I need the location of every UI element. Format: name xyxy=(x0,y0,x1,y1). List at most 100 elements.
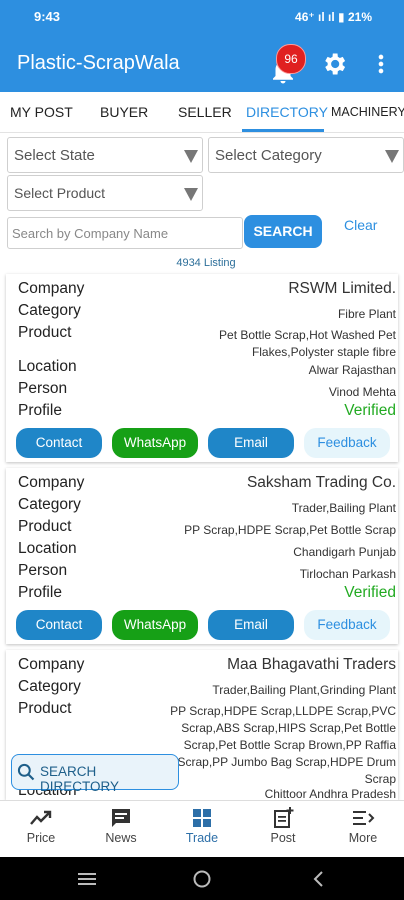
location-value: Alwar Rajasthan xyxy=(308,363,396,377)
nav-price[interactable]: Price xyxy=(1,807,81,845)
category-select[interactable]: Select Category xyxy=(208,137,404,173)
person-value: Tirlochan Parkash xyxy=(299,567,396,581)
product-row: Product Pet Bottle Scrap,Hot Washed Pet … xyxy=(18,324,396,360)
tab-seller[interactable]: SELLER xyxy=(178,104,232,120)
email-button[interactable]: Email xyxy=(208,428,294,458)
status-right: 46⁺ ıl ıl ▮ 21% xyxy=(295,10,372,24)
email-button[interactable]: Email xyxy=(208,610,294,640)
nav-post-label: Post xyxy=(270,831,296,845)
category-label: Category xyxy=(18,678,81,695)
status-time: 9:43 xyxy=(34,9,61,24)
category-select-label: Select Category xyxy=(215,147,322,164)
company-label: Company xyxy=(18,656,85,673)
company-search-input[interactable]: Search by Company Name xyxy=(7,217,243,249)
feedback-button[interactable]: Feedback xyxy=(304,610,390,640)
recents-icon[interactable] xyxy=(76,870,98,888)
caret-down-icon xyxy=(184,150,198,163)
company-value: Saksham Trading Co. xyxy=(246,474,396,491)
product-row: Product PP Scrap,HDPE Scrap,Pet Bottle S… xyxy=(18,518,396,538)
search-directory-button[interactable]: SEARCH DIRECTORY xyxy=(11,754,179,794)
nav-post[interactable]: Post xyxy=(243,807,323,845)
category-label: Category xyxy=(18,496,81,513)
status-bar: 9:43 46⁺ ıl ıl ▮ 21% xyxy=(0,0,404,34)
company-label: Company xyxy=(18,474,85,491)
feedback-button[interactable]: Feedback xyxy=(304,428,390,458)
person-row: Person Tirlochan Parkash xyxy=(18,562,396,582)
more-vert-icon[interactable] xyxy=(372,50,390,78)
product-label: Product xyxy=(18,700,72,717)
tab-my-post[interactable]: MY POST xyxy=(10,104,73,120)
company-value: RSWM Limited. xyxy=(288,280,396,297)
profile-label: Profile xyxy=(18,584,62,601)
listing-count: 4934 Listing xyxy=(176,257,236,269)
person-label: Person xyxy=(18,562,68,579)
category-row: Category Trader,Bailing Plant,Grinding P… xyxy=(18,678,396,698)
product-value: PP Scrap,HDPE Scrap,LLDPE Scrap,PVC Scra… xyxy=(170,704,396,786)
profile-label: Profile xyxy=(18,402,62,419)
category-row: Category Fibre Plant xyxy=(18,302,396,322)
category-row: Category Trader,Bailing Plant xyxy=(18,496,396,516)
profile-row: Profile Verified xyxy=(18,402,396,422)
app-bar: Plastic-ScrapWala 96 xyxy=(0,34,404,92)
caret-down-icon xyxy=(184,188,198,201)
notification-badge[interactable]: 96 xyxy=(276,44,306,74)
location-row: Location Alwar Rajasthan xyxy=(18,358,396,378)
nav-trade-label: Trade xyxy=(185,831,219,845)
contact-button[interactable]: Contact xyxy=(16,428,102,458)
location-value: Chandigarh Punjab xyxy=(293,545,396,559)
product-value: PP Scrap,HDPE Scrap,Pet Bottle Scrap xyxy=(184,523,396,537)
tab-directory[interactable]: DIRECTORY xyxy=(246,104,328,120)
nav-news-label: News xyxy=(105,831,137,845)
category-value: Trader,Bailing Plant,Grinding Plant xyxy=(212,683,396,697)
grid-icon xyxy=(193,809,211,827)
location-value: Chittoor Andhra Pradesh xyxy=(264,787,396,800)
verified-status: Verified xyxy=(344,402,396,419)
menu-open-icon xyxy=(353,811,375,825)
state-select[interactable]: Select State xyxy=(7,137,203,173)
search-button[interactable]: SEARCH xyxy=(244,215,322,248)
whatsapp-button[interactable]: WhatsApp xyxy=(112,610,198,640)
chat-icon xyxy=(112,809,130,827)
tab-machinery[interactable]: MACHINERY xyxy=(331,105,404,119)
product-select-label: Select Product xyxy=(14,185,106,201)
tab-indicator xyxy=(242,129,324,132)
nav-price-label: Price xyxy=(26,831,56,845)
contact-button[interactable]: Contact xyxy=(16,610,102,640)
company-value: Maa Bhagavathi Traders xyxy=(227,656,396,673)
app-title: Plastic-ScrapWala xyxy=(17,52,180,74)
nav-more[interactable]: More xyxy=(323,807,403,845)
product-label: Product xyxy=(18,518,72,535)
verified-status: Verified xyxy=(344,584,396,601)
profile-row: Profile Verified xyxy=(18,584,396,604)
clear-link[interactable]: Clear xyxy=(344,217,377,233)
nav-trade[interactable]: Trade xyxy=(162,807,242,845)
location-row: Location Chandigarh Punjab xyxy=(18,540,396,560)
category-label: Category xyxy=(18,302,81,319)
bottom-nav: Price News Trade Post More xyxy=(0,800,404,858)
product-select[interactable]: Select Product xyxy=(7,175,203,211)
company-card: Company RSWM Limited. Category Fibre Pla… xyxy=(6,274,398,462)
company-row: Company Saksham Trading Co. xyxy=(18,474,396,494)
product-value: Pet Bottle Scrap,Hot Washed Pet Flakes,P… xyxy=(219,328,396,359)
company-card: Company Saksham Trading Co. Category Tra… xyxy=(6,468,398,644)
gear-icon[interactable] xyxy=(320,50,348,78)
category-value: Trader,Bailing Plant xyxy=(291,501,396,515)
person-label: Person xyxy=(18,380,68,397)
company-row: Company Maa Bhagavathi Traders xyxy=(18,656,396,676)
state-select-label: Select State xyxy=(14,147,95,164)
back-icon[interactable] xyxy=(310,869,326,889)
caret-down-icon xyxy=(385,150,399,163)
home-icon[interactable] xyxy=(192,869,212,889)
location-label: Location xyxy=(18,540,77,557)
category-value: Fibre Plant xyxy=(337,307,396,321)
product-label: Product xyxy=(18,324,72,341)
tab-buyer[interactable]: BUYER xyxy=(100,104,148,120)
person-value: Vinod Mehta xyxy=(328,385,396,399)
system-nav-bar xyxy=(0,857,404,900)
company-label: Company xyxy=(18,280,85,297)
trending-icon xyxy=(30,810,52,825)
location-label: Location xyxy=(18,358,77,375)
whatsapp-button[interactable]: WhatsApp xyxy=(112,428,198,458)
tab-bar: MY POST BUYER SELLER DIRECTORY MACHINERY xyxy=(0,92,404,133)
nav-news[interactable]: News xyxy=(81,807,161,845)
